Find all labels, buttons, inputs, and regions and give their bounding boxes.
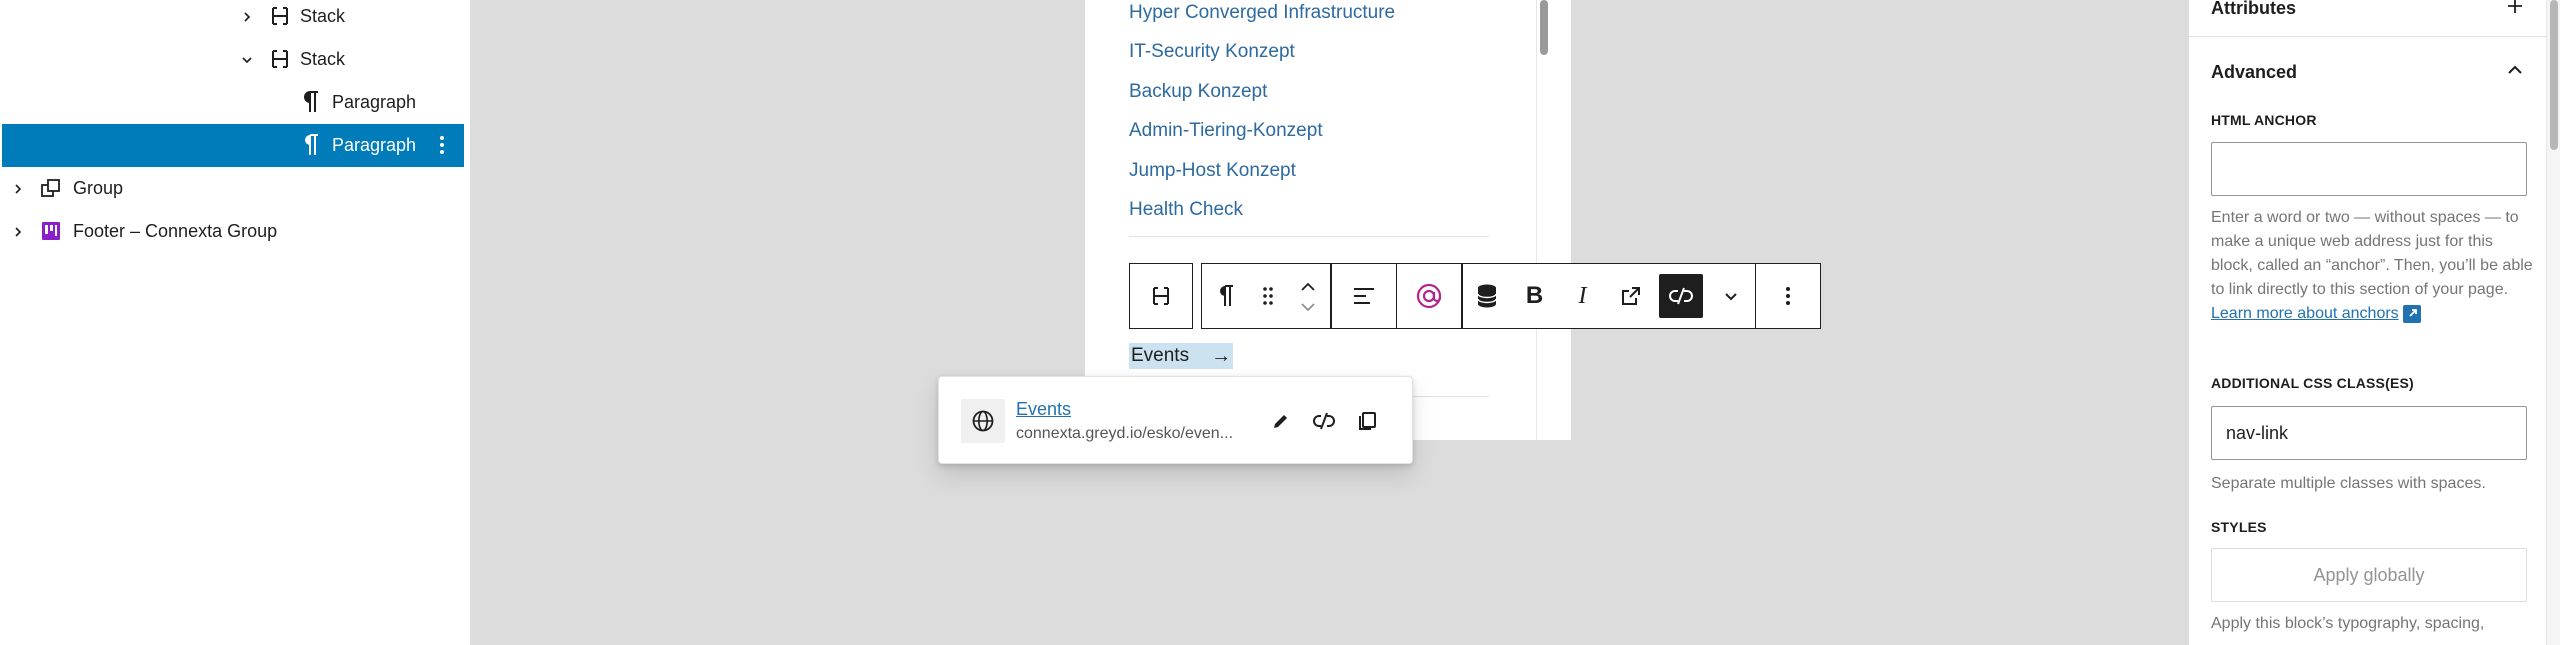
list-item-paragraph[interactable]: Paragraph bbox=[2, 81, 464, 124]
external-link-icon[interactable] bbox=[1607, 265, 1655, 327]
block-settings-sidebar: Attributes Advanced HTML ANCHOR Enter a … bbox=[2188, 0, 2560, 645]
nav-link[interactable]: IT-Security Konzept bbox=[1129, 41, 1295, 63]
bold-icon[interactable]: B bbox=[1511, 265, 1559, 327]
edit-link-button[interactable] bbox=[1263, 403, 1299, 439]
link-text: Learn more about anchors bbox=[2211, 305, 2399, 322]
list-item-label: Footer – Connexta Group bbox=[73, 221, 278, 241]
list-view-panel: Stack Stack Paragraph Paragraph Group Fo… bbox=[0, 0, 471, 645]
nav-link[interactable]: Admin-Tiering-Konzept bbox=[1129, 120, 1323, 142]
paragraph-icon bbox=[298, 89, 324, 115]
html-anchor-input[interactable] bbox=[2211, 142, 2527, 196]
nav-link[interactable]: Health Check bbox=[1129, 199, 1243, 221]
more-options-icon[interactable] bbox=[432, 132, 452, 158]
list-item-stack[interactable]: Stack bbox=[2, 0, 464, 38]
learn-more-anchors-link[interactable]: Learn more about anchors bbox=[2211, 305, 2399, 322]
selected-link-text[interactable]: Events → bbox=[1129, 343, 1234, 369]
more-options-icon[interactable] bbox=[1756, 265, 1820, 327]
template-part-icon bbox=[38, 218, 64, 244]
chevron-up-icon bbox=[2506, 61, 2524, 84]
nav-link[interactable]: Jump-Host Konzept bbox=[1129, 160, 1296, 182]
paragraph-icon[interactable] bbox=[1202, 265, 1250, 327]
paragraph-icon bbox=[298, 132, 324, 158]
divider bbox=[1129, 236, 1489, 237]
link-preview-popover: Events connexta.greyd.io/esko/even... bbox=[938, 376, 1413, 464]
apply-globally-button[interactable]: Apply globally bbox=[2211, 548, 2527, 602]
chevron-right-icon[interactable] bbox=[9, 180, 27, 198]
italic-icon[interactable]: I bbox=[1559, 265, 1607, 327]
database-icon[interactable] bbox=[1463, 265, 1511, 327]
link-preview-title[interactable]: Events bbox=[1016, 399, 1071, 420]
chevron-right-icon[interactable] bbox=[9, 223, 27, 241]
css-class-help: Separate multiple classes with spaces. bbox=[2211, 475, 2486, 492]
styles-label: STYLES bbox=[2211, 519, 2267, 535]
scrollbar-thumb[interactable] bbox=[1540, 0, 1548, 55]
link-text: Events bbox=[1131, 345, 1190, 366]
external-link-icon bbox=[2403, 304, 2422, 323]
parent-block-selector[interactable] bbox=[1129, 263, 1193, 329]
chevron-right-icon[interactable] bbox=[238, 8, 256, 26]
at-symbol-icon[interactable] bbox=[1397, 265, 1461, 327]
stack-icon bbox=[267, 3, 293, 29]
stack-icon[interactable] bbox=[1130, 265, 1192, 327]
panel-title: Advanced bbox=[2211, 61, 2298, 82]
list-item-label: Group bbox=[73, 178, 124, 198]
chevron-down-icon[interactable] bbox=[238, 51, 256, 69]
list-item-label: Paragraph bbox=[332, 92, 417, 112]
globe-icon bbox=[961, 399, 1005, 443]
list-item-stack[interactable]: Stack bbox=[2, 38, 464, 81]
align-left-icon[interactable] bbox=[1332, 265, 1396, 327]
attributes-panel-toggle[interactable]: Attributes bbox=[2211, 0, 2524, 20]
group-icon bbox=[38, 175, 64, 201]
arrow-right-icon: → bbox=[1211, 344, 1232, 367]
drag-handle-icon[interactable] bbox=[1250, 265, 1286, 327]
copy-link-button[interactable] bbox=[1349, 403, 1385, 439]
nav-link[interactable]: Hyper Converged Infrastructure bbox=[1129, 2, 1395, 24]
panel-title: Attributes bbox=[2211, 0, 2296, 18]
unlink-icon[interactable] bbox=[1658, 274, 1703, 318]
help-text: Enter a word or two — without spaces — t… bbox=[2211, 209, 2533, 298]
styles-help: Apply this block’s typography, spacing, bbox=[2211, 615, 2485, 632]
link-preview-url: connexta.greyd.io/esko/even... bbox=[1016, 425, 1234, 442]
list-item-paragraph-selected[interactable]: Paragraph bbox=[2, 124, 464, 167]
sidebar-scrollbar[interactable] bbox=[2546, 0, 2560, 645]
stack-icon bbox=[267, 46, 293, 72]
html-anchor-help: Enter a word or two — without spaces — t… bbox=[2211, 206, 2533, 326]
content-scrollbar[interactable] bbox=[1536, 0, 1550, 440]
block-toolbar: B I bbox=[1129, 263, 1821, 329]
move-up-down-icon[interactable] bbox=[1286, 265, 1330, 327]
list-item-group[interactable]: Group bbox=[2, 167, 464, 210]
divider bbox=[2189, 36, 2546, 37]
html-anchor-label: HTML ANCHOR bbox=[2211, 112, 2317, 128]
list-item-label: Paragraph bbox=[332, 135, 417, 155]
plus-icon bbox=[2506, 0, 2524, 20]
list-item-label: Stack bbox=[300, 6, 346, 26]
list-item-label: Stack bbox=[300, 49, 346, 69]
css-class-label: ADDITIONAL CSS CLASS(ES) bbox=[2211, 375, 2414, 391]
scrollbar-thumb[interactable] bbox=[2550, 0, 2558, 150]
block-toolbar-main: B I bbox=[1201, 263, 1821, 329]
nav-link[interactable]: Backup Konzept bbox=[1129, 81, 1267, 103]
advanced-panel-toggle[interactable]: Advanced bbox=[2211, 58, 2524, 86]
css-class-input[interactable] bbox=[2211, 406, 2527, 460]
remove-link-button[interactable] bbox=[1306, 403, 1342, 439]
chevron-down-icon[interactable] bbox=[1707, 265, 1755, 327]
list-item-footer[interactable]: Footer – Connexta Group bbox=[2, 210, 464, 253]
